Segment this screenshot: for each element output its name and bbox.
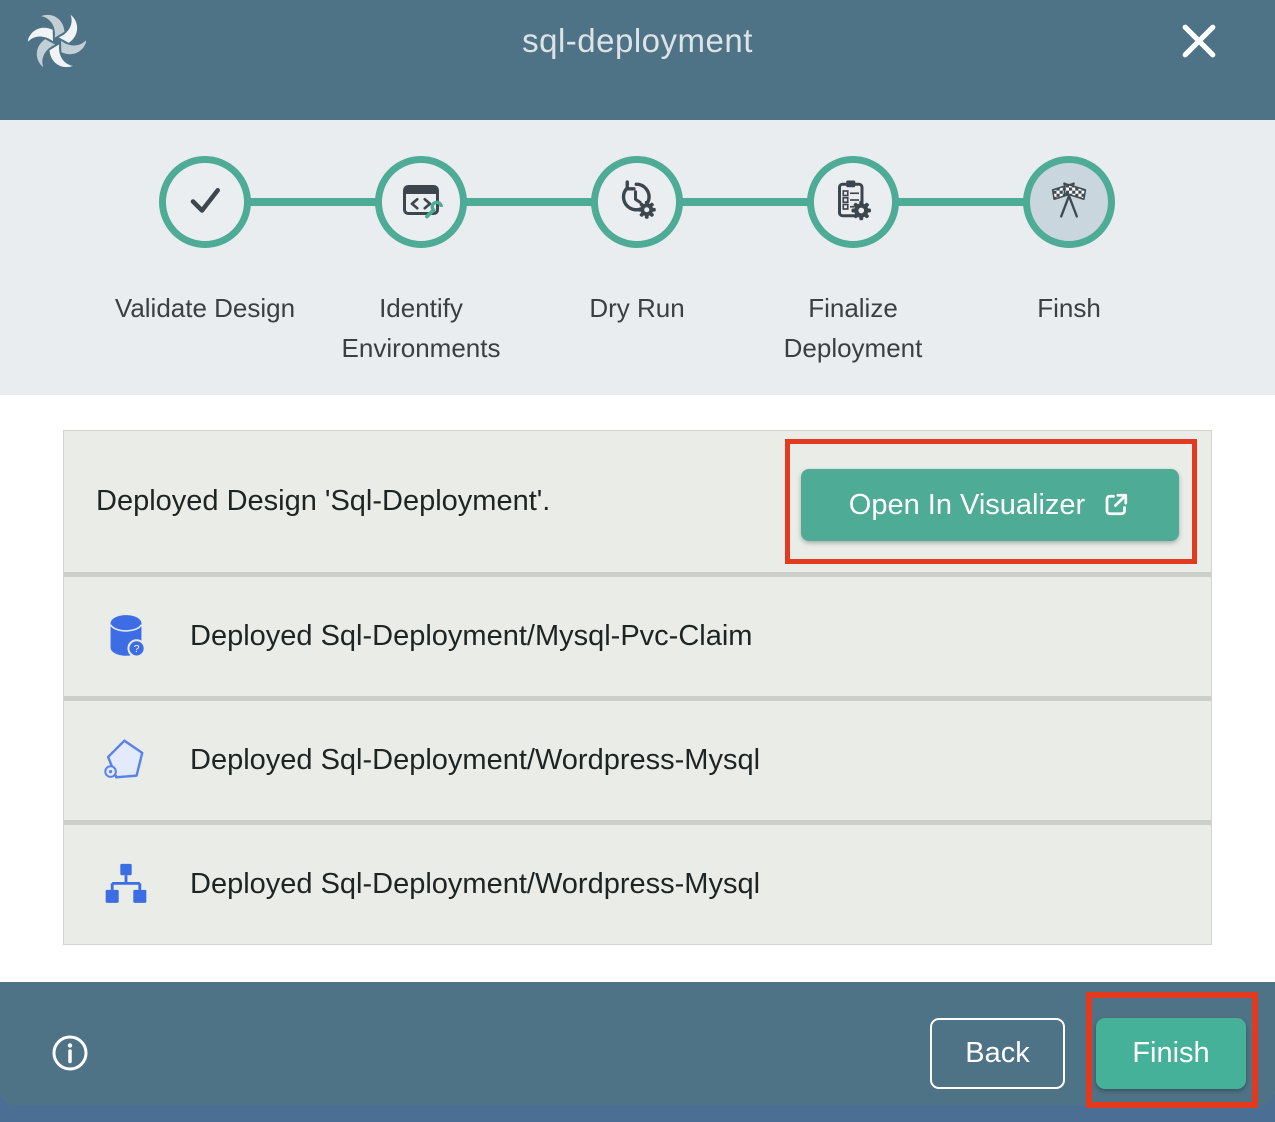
step-label: Finalize Deployment	[745, 288, 961, 368]
history-gear-icon	[613, 176, 661, 229]
hierarchy-icon	[100, 859, 152, 911]
result-row-wordpress-mysql-2: Deployed Sql-Deployment/Wordpress-Mysql	[64, 820, 1211, 944]
finish-button[interactable]: Finish	[1096, 1018, 1246, 1089]
step-circle-identify[interactable]	[375, 156, 467, 248]
open-in-visualizer-label: Open In Visualizer	[849, 489, 1085, 522]
result-row-wordpress-mysql-1: Deployed Sql-Deployment/Wordpress-Mysql	[64, 696, 1211, 820]
info-circle-icon[interactable]	[50, 1033, 90, 1073]
step-identify-environments: Identify Environments	[313, 156, 529, 368]
database-icon: ?	[100, 611, 152, 663]
step-dry-run: Dry Run	[529, 156, 745, 328]
external-link-icon	[1101, 490, 1131, 520]
sql-deployment-modal: sql-deployment Validate Design	[0, 0, 1275, 1105]
modal-title: sql-deployment	[0, 22, 1275, 60]
result-text: Deployed Sql-Deployment/Mysql-Pvc-Claim	[190, 620, 752, 653]
step-label: Dry Run	[529, 288, 745, 328]
step-label: Identify Environments	[313, 288, 529, 368]
check-icon	[181, 176, 229, 229]
step-validate-design: Validate Design	[97, 156, 313, 328]
step-label: Finsh	[961, 288, 1177, 328]
checkered-flags-icon	[1044, 175, 1094, 230]
modal-footer: Back Finish	[0, 982, 1275, 1105]
step-circle-dry-run[interactable]	[591, 156, 683, 248]
svg-text:?: ?	[134, 643, 140, 655]
open-in-visualizer-button[interactable]: Open In Visualizer	[801, 469, 1179, 541]
design-deployed-row: Deployed Design 'Sql-Deployment'. Open I…	[64, 431, 1211, 572]
clipboard-gear-icon	[829, 176, 877, 229]
deployment-stepper: Validate Design	[0, 120, 1275, 395]
code-window-wrench-icon	[397, 176, 445, 229]
step-label: Validate Design	[97, 288, 313, 328]
step-finish: Finsh	[961, 156, 1177, 328]
close-icon[interactable]	[1175, 18, 1223, 66]
results-list: Deployed Design 'Sql-Deployment'. Open I…	[63, 430, 1212, 945]
step-circle-validate[interactable]	[159, 156, 251, 248]
result-text: Deployed Sql-Deployment/Wordpress-Mysql	[190, 868, 760, 901]
modal-header: sql-deployment	[0, 0, 1275, 120]
result-row-mysql-pvc-claim: ? Deployed Sql-Deployment/Mysql-Pvc-Clai…	[64, 572, 1211, 696]
result-text: Deployed Sql-Deployment/Wordpress-Mysql	[190, 744, 760, 777]
step-circle-finalize[interactable]	[807, 156, 899, 248]
design-deployed-text: Deployed Design 'Sql-Deployment'.	[64, 485, 550, 518]
page-backdrop: sql-deployment Validate Design	[0, 0, 1275, 1122]
step-finalize-deployment: Finalize Deployment	[745, 156, 961, 368]
pentagon-icon	[100, 735, 152, 787]
back-button[interactable]: Back	[930, 1018, 1065, 1089]
step-circle-finish[interactable]	[1023, 156, 1115, 248]
deployment-results: Deployed Design 'Sql-Deployment'. Open I…	[0, 395, 1275, 982]
